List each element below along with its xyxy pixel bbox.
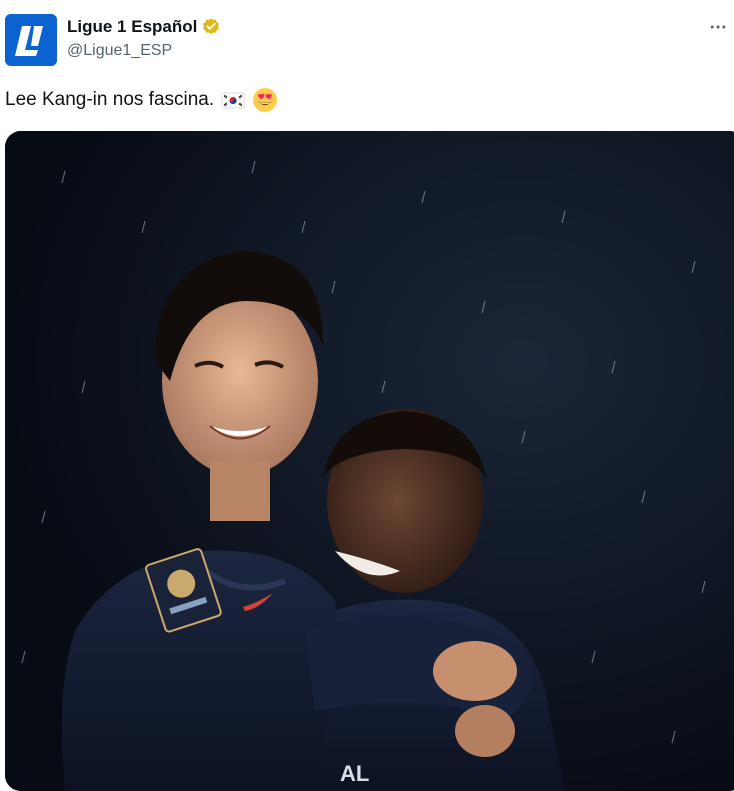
more-options-button[interactable] <box>704 13 732 41</box>
ligue1-logo-icon <box>5 14 57 66</box>
avatar[interactable] <box>5 14 57 66</box>
verified-badge-icon[interactable] <box>201 17 221 37</box>
tweet-text: Lee Kang-in nos fascina. <box>5 89 215 110</box>
tweet-card[interactable]: Ligue 1 Español @Ligue1_ESP Lee Kang-in … <box>0 0 734 791</box>
photo-players-celebrating: AL <box>5 131 734 791</box>
handle[interactable]: @Ligue1_ESP <box>67 42 172 60</box>
heart-eyes-emoji-icon <box>252 87 278 113</box>
display-name[interactable]: Ligue 1 Español <box>67 17 197 37</box>
jersey-text: AL <box>340 761 369 786</box>
tweet-text-row: Lee Kang-in nos fascina. <box>5 86 278 114</box>
south-korea-flag-icon <box>220 87 246 113</box>
tweet-photo[interactable]: AL <box>5 131 734 791</box>
more-options-icon <box>710 25 726 29</box>
display-name-row: Ligue 1 Español <box>67 15 221 39</box>
